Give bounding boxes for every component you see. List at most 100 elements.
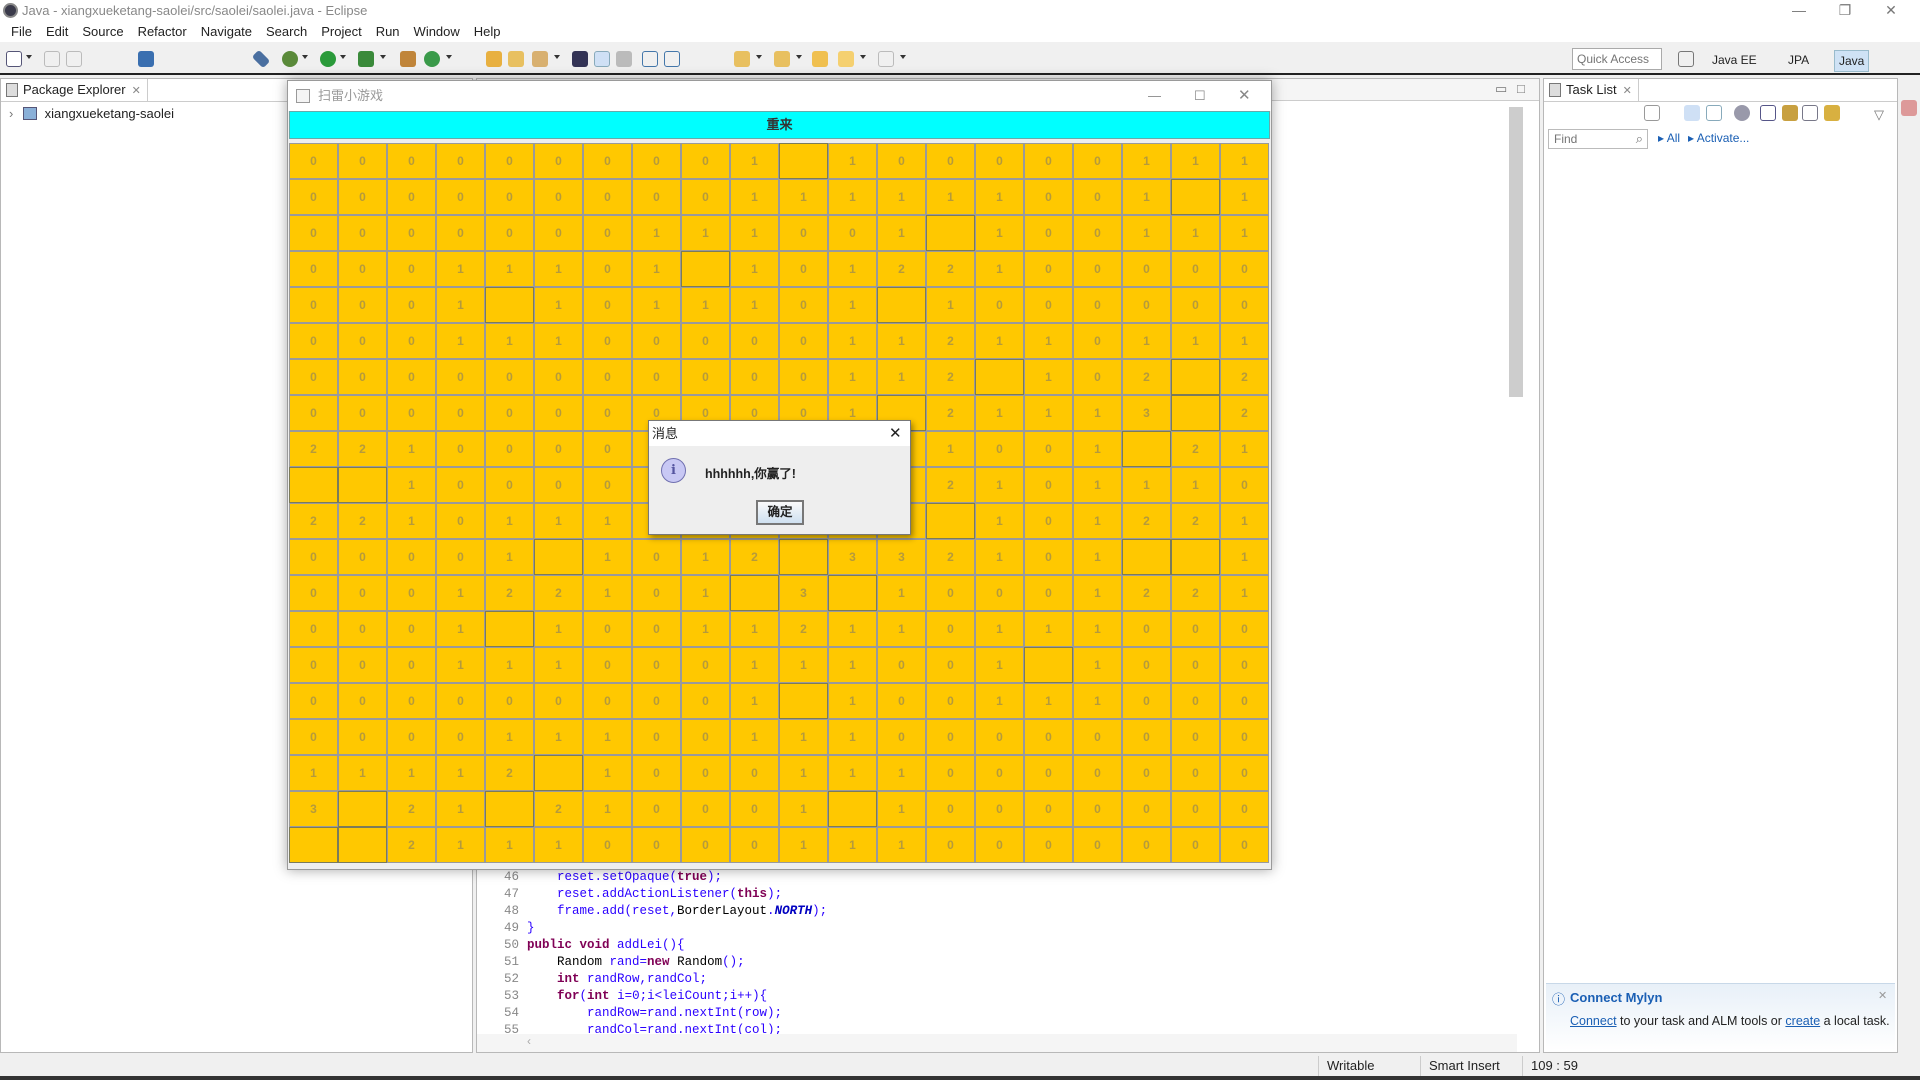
new-package-icon[interactable] bbox=[400, 51, 416, 67]
mine-cell[interactable]: 1 bbox=[1122, 323, 1171, 359]
mine-cell[interactable]: 0 bbox=[1073, 179, 1122, 215]
mine-cell[interactable]: 0 bbox=[338, 395, 387, 431]
mine-cell[interactable] bbox=[926, 215, 975, 251]
mine-cell[interactable]: 1 bbox=[1073, 539, 1122, 575]
mine-cell[interactable]: 0 bbox=[1073, 755, 1122, 791]
code-lines[interactable]: 46 reset.setOpaque(true); 47 reset.addAct… bbox=[477, 869, 1517, 1034]
mine-cell[interactable]: 1 bbox=[1073, 395, 1122, 431]
next-annotation-icon[interactable] bbox=[734, 51, 750, 67]
mine-cell[interactable]: 2 bbox=[926, 251, 975, 287]
mine-cell[interactable]: 1 bbox=[828, 179, 877, 215]
mine-cell[interactable]: 1 bbox=[1073, 647, 1122, 683]
mine-cell[interactable]: 1 bbox=[338, 755, 387, 791]
mine-cell[interactable]: 0 bbox=[534, 683, 583, 719]
mine-cell[interactable]: 1 bbox=[828, 287, 877, 323]
mine-cell[interactable]: 1 bbox=[583, 755, 632, 791]
mine-cell[interactable]: 1 bbox=[877, 827, 926, 863]
mine-cell[interactable]: 0 bbox=[681, 359, 730, 395]
mine-cell[interactable] bbox=[485, 791, 534, 827]
mine-cell[interactable]: 1 bbox=[1024, 395, 1073, 431]
perspective-java[interactable]: Java bbox=[1834, 50, 1870, 72]
mine-cell[interactable]: 1 bbox=[1122, 179, 1171, 215]
mine-cell[interactable]: 1 bbox=[730, 683, 779, 719]
mine-cell[interactable] bbox=[779, 539, 828, 575]
horizontal-scrollbar[interactable]: ‹ bbox=[477, 1034, 1517, 1052]
mine-cell[interactable]: 0 bbox=[1171, 791, 1220, 827]
close-tab-icon[interactable]: ✕ bbox=[1623, 85, 1632, 97]
open-perspective-icon[interactable] bbox=[1678, 51, 1694, 67]
mine-cell[interactable]: 1 bbox=[681, 287, 730, 323]
code-line[interactable]: 49} bbox=[477, 920, 1517, 937]
mine-cell[interactable]: 0 bbox=[387, 179, 436, 215]
mine-cell[interactable]: 0 bbox=[1024, 251, 1073, 287]
mine-cell[interactable] bbox=[1171, 539, 1220, 575]
mine-cell[interactable]: 0 bbox=[1220, 287, 1269, 323]
mine-cell[interactable]: 0 bbox=[1073, 323, 1122, 359]
mine-cell[interactable]: 0 bbox=[730, 755, 779, 791]
mine-cell[interactable] bbox=[485, 287, 534, 323]
mine-cell[interactable]: 0 bbox=[926, 647, 975, 683]
mine-cell[interactable]: 0 bbox=[632, 791, 681, 827]
mine-cell[interactable]: 0 bbox=[436, 539, 485, 575]
mine-cell[interactable]: 0 bbox=[1024, 539, 1073, 575]
mine-cell[interactable]: 0 bbox=[681, 755, 730, 791]
mine-cell[interactable]: 0 bbox=[1024, 179, 1073, 215]
mine-cell[interactable]: 0 bbox=[1220, 791, 1269, 827]
mine-cell[interactable]: 0 bbox=[485, 143, 534, 179]
mine-cell[interactable]: 2 bbox=[730, 539, 779, 575]
mine-cell[interactable]: 1 bbox=[387, 503, 436, 539]
code-line[interactable]: 53 for(int i=0;i<leiCount;i++){ bbox=[477, 988, 1517, 1005]
mine-cell[interactable]: 1 bbox=[436, 827, 485, 863]
view-menu-icon[interactable]: ▽ bbox=[1874, 107, 1884, 123]
mine-cell[interactable]: 1 bbox=[926, 431, 975, 467]
mine-cell[interactable]: 0 bbox=[975, 143, 1024, 179]
mine-cell[interactable]: 0 bbox=[632, 827, 681, 863]
menu-window[interactable]: Window bbox=[407, 22, 467, 42]
mine-cell[interactable]: 1 bbox=[583, 575, 632, 611]
maximize-editor-icon[interactable]: □ bbox=[1517, 81, 1525, 96]
mine-cell[interactable]: 0 bbox=[289, 179, 338, 215]
mine-cell[interactable] bbox=[975, 359, 1024, 395]
mine-cell[interactable]: 1 bbox=[1220, 323, 1269, 359]
mine-cell[interactable] bbox=[779, 143, 828, 179]
mine-cell[interactable]: 2 bbox=[387, 827, 436, 863]
mine-cell[interactable]: 0 bbox=[1171, 827, 1220, 863]
mine-cell[interactable]: 0 bbox=[289, 719, 338, 755]
mine-cell[interactable]: 1 bbox=[877, 215, 926, 251]
mine-cell[interactable] bbox=[1122, 539, 1171, 575]
mine-cell[interactable]: 0 bbox=[1073, 827, 1122, 863]
mine-cell[interactable]: 1 bbox=[1220, 431, 1269, 467]
mine-cell[interactable]: 0 bbox=[1220, 683, 1269, 719]
vertical-scrollbar[interactable] bbox=[1509, 107, 1523, 397]
mine-cell[interactable]: 0 bbox=[1171, 287, 1220, 323]
mine-cell[interactable]: 1 bbox=[828, 323, 877, 359]
mine-cell[interactable]: 1 bbox=[877, 323, 926, 359]
mine-cell[interactable]: 0 bbox=[583, 431, 632, 467]
ok-button[interactable]: 确定 bbox=[756, 500, 804, 525]
mine-cell[interactable]: 0 bbox=[485, 395, 534, 431]
mine-cell[interactable]: 1 bbox=[485, 719, 534, 755]
mine-cell[interactable]: 0 bbox=[387, 611, 436, 647]
mine-cell[interactable]: 1 bbox=[387, 431, 436, 467]
mine-cell[interactable]: 0 bbox=[1171, 611, 1220, 647]
mine-cell[interactable]: 1 bbox=[289, 755, 338, 791]
mine-cell[interactable]: 2 bbox=[289, 431, 338, 467]
mine-cell[interactable]: 0 bbox=[1073, 143, 1122, 179]
mine-cell[interactable]: 0 bbox=[1122, 683, 1171, 719]
tasks-view-icon[interactable] bbox=[1901, 100, 1917, 116]
show-tasks-icon[interactable] bbox=[1782, 105, 1798, 121]
mine-cell[interactable]: 0 bbox=[828, 215, 877, 251]
close-button[interactable]: ✕ bbox=[1868, 0, 1914, 22]
mine-cell[interactable]: 1 bbox=[1073, 503, 1122, 539]
tab-package-explorer[interactable]: Package Explorer ✕ bbox=[1, 79, 148, 101]
focus-icon[interactable] bbox=[1734, 105, 1750, 121]
mine-cell[interactable]: 0 bbox=[975, 791, 1024, 827]
mine-cell[interactable]: 1 bbox=[975, 611, 1024, 647]
mine-cell[interactable]: 0 bbox=[1220, 611, 1269, 647]
mine-cell[interactable]: 0 bbox=[632, 539, 681, 575]
mine-cell[interactable]: 0 bbox=[975, 287, 1024, 323]
mine-cell[interactable]: 0 bbox=[583, 683, 632, 719]
mine-cell[interactable]: 1 bbox=[779, 827, 828, 863]
mine-cell[interactable]: 1 bbox=[1073, 611, 1122, 647]
mine-cell[interactable]: 3 bbox=[828, 539, 877, 575]
